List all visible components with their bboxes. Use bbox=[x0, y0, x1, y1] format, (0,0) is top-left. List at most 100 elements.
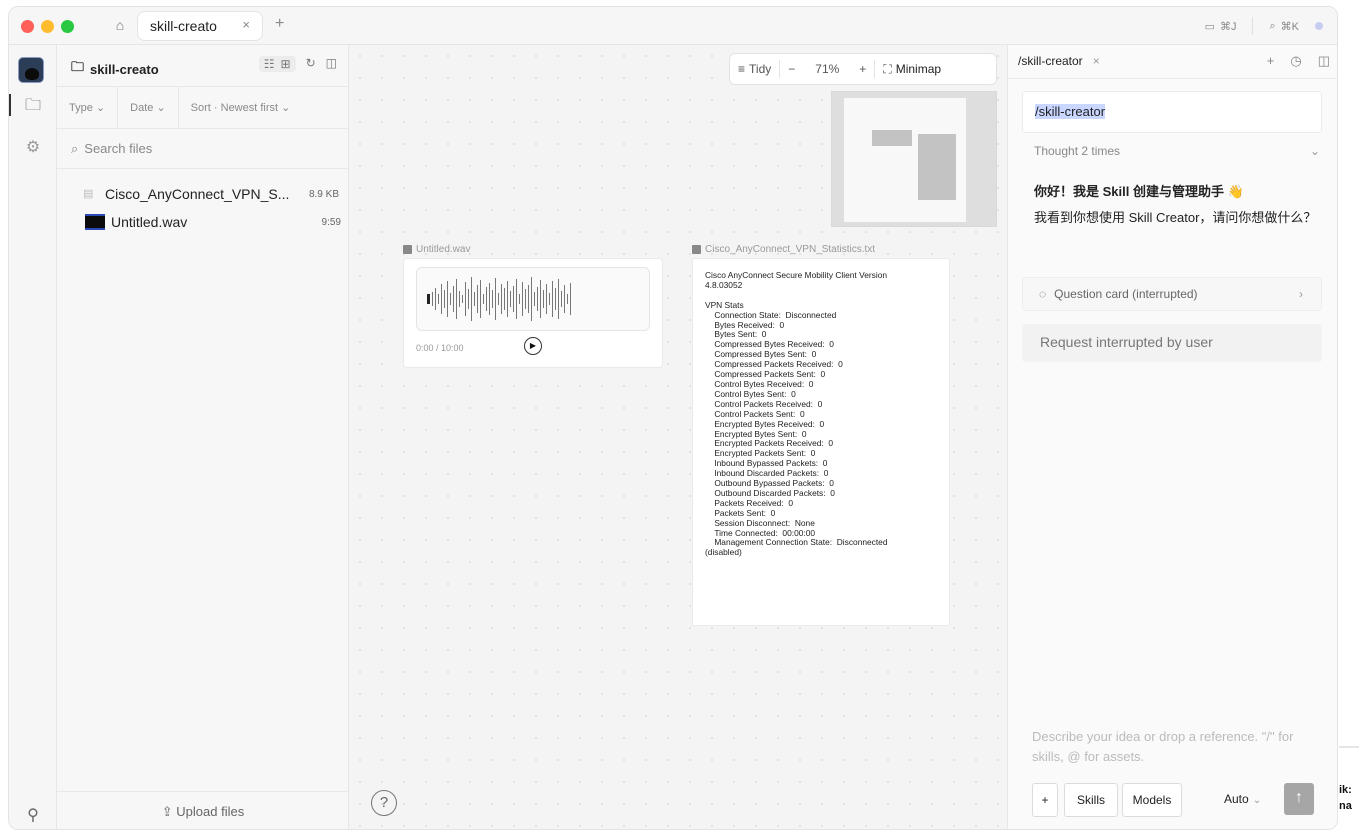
filter-sort[interactable]: Sort · Newest first ⌄ bbox=[179, 87, 303, 128]
play-icon[interactable]: ▶ bbox=[524, 337, 542, 355]
waveform[interactable] bbox=[416, 267, 650, 331]
split-icon[interactable]: ◫ bbox=[1318, 53, 1330, 69]
puzzle-icon[interactable]: ⚙ bbox=[22, 137, 44, 159]
filter-date[interactable]: Date ⌄ bbox=[118, 87, 179, 128]
left-rail: 🗀 ⚙ ⚲ bbox=[9, 45, 57, 829]
auto-select[interactable]: Auto ⌄ bbox=[1224, 792, 1261, 806]
panel-toggle-button[interactable]: ▭ ⌘J bbox=[1205, 20, 1237, 33]
file-item[interactable]: Untitled.wav 9:59 bbox=[85, 211, 341, 233]
filter-type[interactable]: Type ⌄ bbox=[57, 87, 119, 128]
canvas[interactable]: ≡ Tidy − 71% + ⛶ Minimap Untitled.wav 0:… bbox=[349, 45, 1007, 829]
home-icon[interactable]: ⌂ bbox=[111, 16, 129, 34]
waveform-bar bbox=[510, 291, 511, 307]
search-placeholder: Search files bbox=[84, 141, 153, 156]
audio-card[interactable]: 0:00 / 10:00 ▶ bbox=[403, 258, 663, 368]
thought-label: Thought 2 times bbox=[1034, 144, 1121, 158]
active-indicator bbox=[9, 94, 11, 116]
waveform-bar bbox=[456, 279, 457, 319]
list-view-icon[interactable]: ☷ bbox=[264, 57, 275, 71]
file-duration: 9:59 bbox=[321, 216, 341, 228]
minimap-button[interactable]: ⛶ Minimap bbox=[875, 62, 949, 77]
text-card-content: Cisco AnyConnect Secure Mobility Client … bbox=[705, 270, 888, 558]
waveform-bar bbox=[427, 294, 430, 304]
skills-button[interactable]: Skills bbox=[1064, 783, 1118, 817]
waveform-bar bbox=[483, 294, 484, 304]
chevron-right-icon: › bbox=[1299, 287, 1303, 301]
user-add-icon[interactable]: ⚲ bbox=[22, 805, 44, 827]
close-icon[interactable]: × bbox=[1093, 54, 1100, 68]
waveform-bar bbox=[438, 294, 439, 304]
chat-tab[interactable]: /skill-creator × bbox=[1018, 54, 1100, 68]
collapse-panel-icon[interactable]: ◫ bbox=[326, 56, 337, 72]
text-card[interactable]: Cisco AnyConnect Secure Mobility Client … bbox=[692, 258, 950, 626]
waveform-bar bbox=[459, 291, 460, 307]
audio-card-label: Untitled.wav bbox=[403, 244, 470, 255]
search-input[interactable]: ⌕ Search files bbox=[57, 129, 349, 169]
command-search-button[interactable]: ⌕ ⌘K bbox=[1269, 20, 1299, 33]
workspace-avatar[interactable] bbox=[18, 57, 44, 83]
minimap[interactable] bbox=[831, 91, 997, 227]
background-window-text: ik: na bbox=[1339, 784, 1352, 812]
new-tab-button[interactable]: + bbox=[275, 15, 284, 33]
help-button[interactable]: ? bbox=[371, 790, 397, 816]
filter-label: Type bbox=[69, 102, 93, 114]
waveform-bar bbox=[474, 292, 475, 306]
minimap-audio-node bbox=[872, 130, 912, 146]
waveform-bar bbox=[507, 281, 508, 317]
waveform-bar bbox=[468, 289, 469, 309]
tidy-label: Tidy bbox=[749, 62, 772, 76]
upload-icon: ⇪ bbox=[161, 804, 173, 819]
file-item[interactable]: ▤ Cisco_AnyConnect_VPN_S... 8.9 KB bbox=[83, 183, 339, 205]
text-file-icon bbox=[692, 245, 701, 254]
models-button[interactable]: Models bbox=[1122, 783, 1182, 817]
status-dot bbox=[1315, 22, 1323, 30]
tidy-button[interactable]: ≡ Tidy bbox=[730, 62, 779, 76]
message-line: 我看到你想使用 Skill Creator，请问你想做什么？ bbox=[1034, 210, 1317, 225]
folder-icon[interactable]: 🗀 bbox=[22, 95, 44, 117]
waveform-bar bbox=[432, 292, 433, 306]
question-card[interactable]: ◌ Question card (interrupted) › bbox=[1022, 277, 1322, 311]
send-button[interactable]: ↑ bbox=[1284, 783, 1314, 815]
shortcut-label: ⌘J bbox=[1219, 20, 1237, 33]
audio-file-icon bbox=[403, 245, 412, 254]
files-view-tools: ☷ ⊞ ↻ ◫ bbox=[258, 56, 337, 72]
waveform-bar bbox=[537, 287, 538, 311]
audio-thumbnail bbox=[85, 214, 105, 230]
upload-files-button[interactable]: ⇪ Upload files bbox=[57, 791, 349, 829]
grid-view-icon[interactable]: ⊞ bbox=[281, 57, 291, 71]
text-card-title: Cisco_AnyConnect_VPN_Statistics.txt bbox=[705, 244, 876, 255]
history-icon[interactable]: ◷ bbox=[1290, 53, 1301, 69]
waveform-bar bbox=[543, 290, 544, 308]
tab-close-icon[interactable]: × bbox=[242, 17, 250, 32]
auto-label: Auto bbox=[1224, 792, 1249, 806]
waveform-bar bbox=[480, 280, 481, 318]
files-title-text: skill-creato bbox=[90, 61, 159, 77]
waveform-bar bbox=[525, 289, 526, 309]
thought-toggle[interactable]: Thought 2 times ⌄ bbox=[1034, 144, 1320, 158]
waveform-bar bbox=[564, 285, 565, 313]
minimize-window-button[interactable] bbox=[41, 20, 54, 33]
chat-header: /skill-creator × + ◷ ◫ bbox=[1008, 45, 1337, 79]
waveform-bar bbox=[435, 288, 436, 310]
title-bar: ⌂ skill-creato × + ▭ ⌘J ⌕ ⌘K bbox=[9, 7, 1337, 45]
upload-label: Upload files bbox=[176, 804, 245, 819]
waveform-bar bbox=[570, 283, 571, 315]
refresh-icon[interactable]: ↻ bbox=[306, 56, 316, 72]
waveform-bar bbox=[450, 293, 451, 305]
waveform-bar bbox=[441, 284, 442, 314]
waveform-bar bbox=[567, 294, 568, 304]
tidy-icon: ≡ bbox=[738, 62, 746, 76]
zoom-window-button[interactable] bbox=[61, 20, 74, 33]
new-chat-icon[interactable]: + bbox=[1267, 53, 1275, 69]
waveform-bar bbox=[513, 286, 514, 312]
waveform-bar bbox=[534, 292, 535, 306]
waveform-bar bbox=[522, 282, 523, 316]
add-attachment-button[interactable]: + bbox=[1032, 783, 1058, 817]
composer-input[interactable]: Describe your idea or drop a reference. … bbox=[1032, 727, 1322, 767]
zoom-out-button[interactable]: − bbox=[780, 62, 803, 76]
audio-card-title: Untitled.wav bbox=[416, 244, 471, 255]
zoom-in-button[interactable]: + bbox=[851, 62, 874, 76]
close-window-button[interactable] bbox=[21, 20, 34, 33]
tab-skill-creato[interactable]: skill-creato × bbox=[137, 11, 263, 41]
waveform-bar bbox=[471, 277, 472, 321]
